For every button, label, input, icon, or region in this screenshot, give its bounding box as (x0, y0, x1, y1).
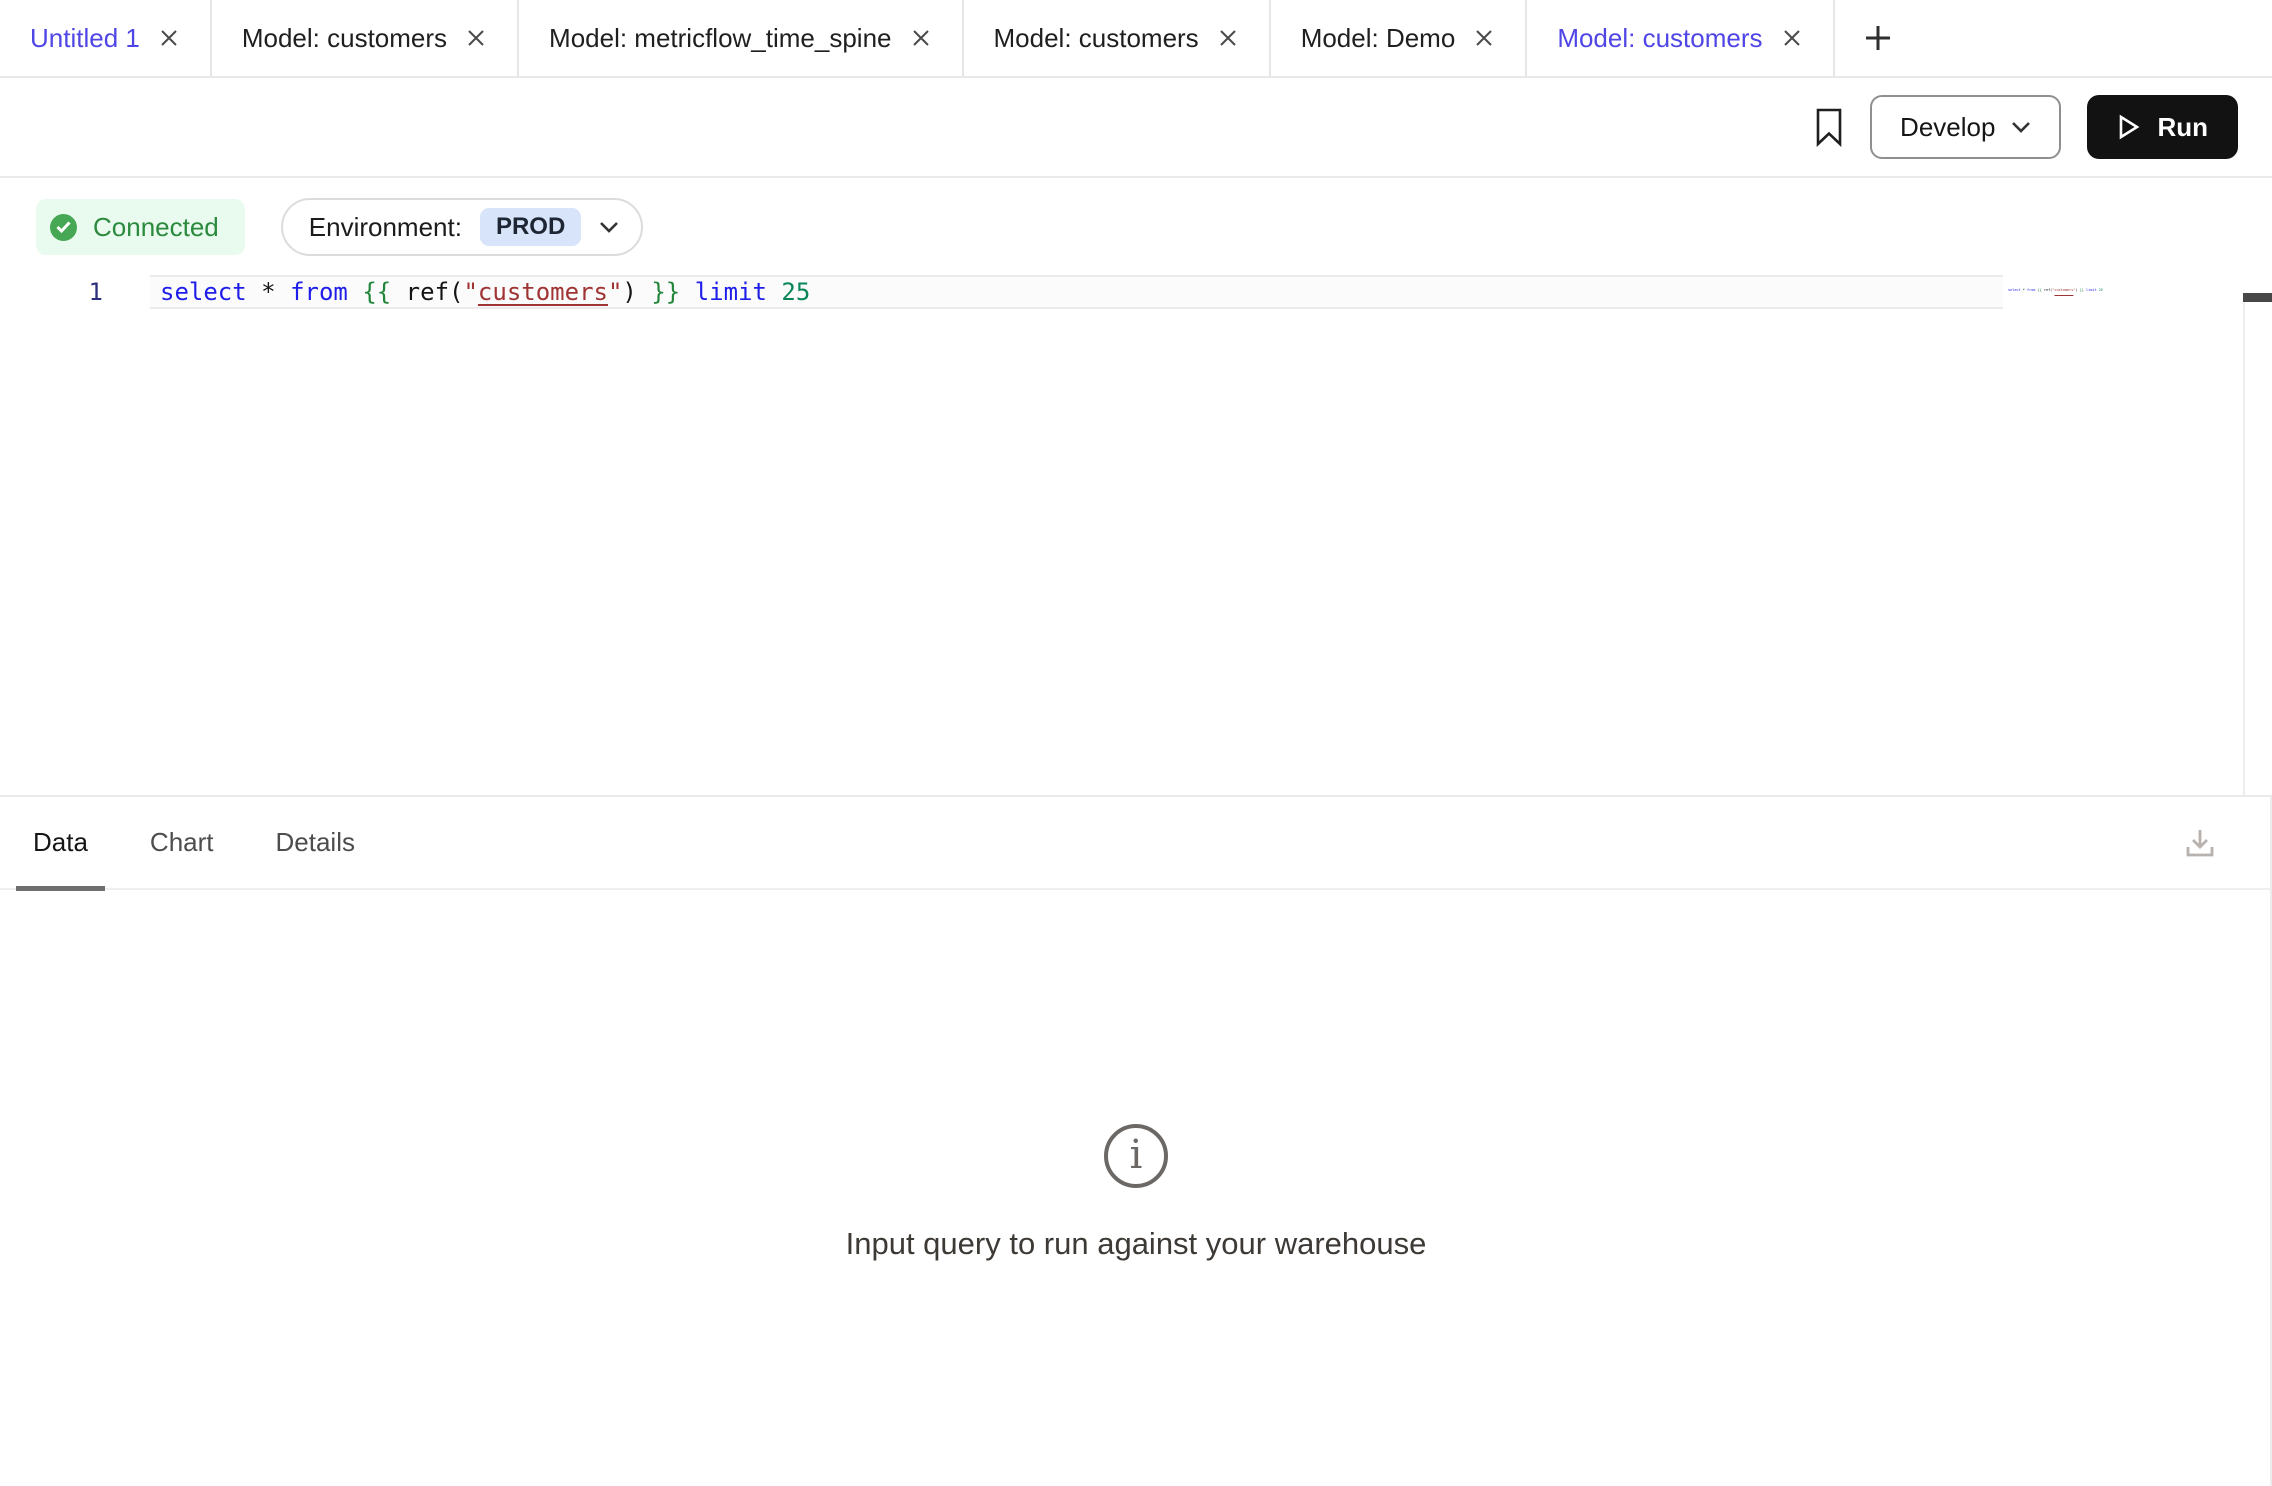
tab-label: Model: customers (1557, 23, 1762, 54)
tab-label: Untitled 1 (30, 23, 140, 54)
tab-untitled-1[interactable]: Untitled 1 (0, 0, 212, 76)
tab-chart-label: Chart (150, 827, 214, 858)
tab-label: Model: customers (242, 23, 447, 54)
editor-tabbar: Untitled 1 Model: customers Model: metri… (0, 0, 2272, 78)
check-circle (50, 214, 77, 241)
results-panel: Data Chart Details i Input query to run … (0, 797, 2272, 1486)
plus-icon (1863, 23, 1893, 53)
download-icon[interactable] (2182, 825, 2218, 861)
tab-details[interactable]: Details (259, 796, 372, 889)
tab-data-label: Data (33, 827, 88, 858)
editor-toolbar: Develop Run (0, 78, 2272, 178)
editor-scrollbar-thumb[interactable] (2243, 293, 2272, 302)
tab-model-customers-1[interactable]: Model: customers (212, 0, 519, 76)
empty-state-message: Input query to run against your warehous… (846, 1226, 1427, 1262)
chevron-down-icon (599, 221, 619, 233)
environment-label: Environment: (309, 212, 462, 243)
close-icon[interactable] (910, 27, 932, 49)
connection-status-badge: Connected (36, 199, 245, 255)
close-icon[interactable] (1473, 27, 1495, 49)
sql-editor: Connected Environment: PROD 1 select * f… (0, 198, 2272, 797)
develop-button-label: Develop (1900, 112, 1995, 143)
tab-details-label: Details (276, 827, 355, 858)
run-button-label: Run (2157, 112, 2208, 143)
play-icon (2117, 114, 2141, 140)
new-tab-button[interactable] (1835, 0, 1921, 76)
close-icon[interactable] (1217, 27, 1239, 49)
tab-label: Model: metricflow_time_spine (549, 23, 891, 54)
editor-scrollbar-track (2243, 293, 2245, 795)
tab-model-customers-2[interactable]: Model: customers (964, 0, 1271, 76)
code-line-row: 1 select * from {{ ref("customers") }} l… (0, 275, 2272, 309)
editor-status-row: Connected Environment: PROD (36, 198, 2272, 256)
code-line[interactable]: select * from {{ ref("customers") }} lim… (150, 275, 2003, 309)
close-icon[interactable] (465, 27, 487, 49)
tab-data[interactable]: Data (16, 796, 105, 889)
bookmark-icon[interactable] (1814, 107, 1844, 147)
run-button[interactable]: Run (2087, 95, 2238, 159)
tab-label: Model: customers (994, 23, 1199, 54)
line-number: 1 (0, 275, 103, 309)
chevron-down-icon (2011, 121, 2031, 133)
develop-button[interactable]: Develop (1870, 95, 2061, 159)
results-empty-state: i Input query to run against your wareho… (0, 890, 2272, 1486)
ide-window: Untitled 1 Model: customers Model: metri… (0, 0, 2272, 1478)
check-icon (56, 221, 71, 233)
environment-value-badge: PROD (480, 208, 581, 246)
tab-chart[interactable]: Chart (133, 796, 231, 889)
tab-model-metricflow-time-spine[interactable]: Model: metricflow_time_spine (519, 0, 963, 76)
close-icon[interactable] (1781, 27, 1803, 49)
close-icon[interactable] (158, 27, 180, 49)
connection-status-label: Connected (93, 212, 219, 243)
info-icon: i (1104, 1124, 1168, 1188)
tab-model-customers-3[interactable]: Model: customers (1527, 0, 1834, 76)
results-tabbar: Data Chart Details (0, 797, 2272, 890)
tab-label: Model: Demo (1301, 23, 1456, 54)
tab-model-demo[interactable]: Model: Demo (1271, 0, 1528, 76)
environment-selector[interactable]: Environment: PROD (281, 198, 644, 256)
editor-minimap[interactable]: select * from {{ ref("customers") }} lim… (2008, 288, 2118, 293)
